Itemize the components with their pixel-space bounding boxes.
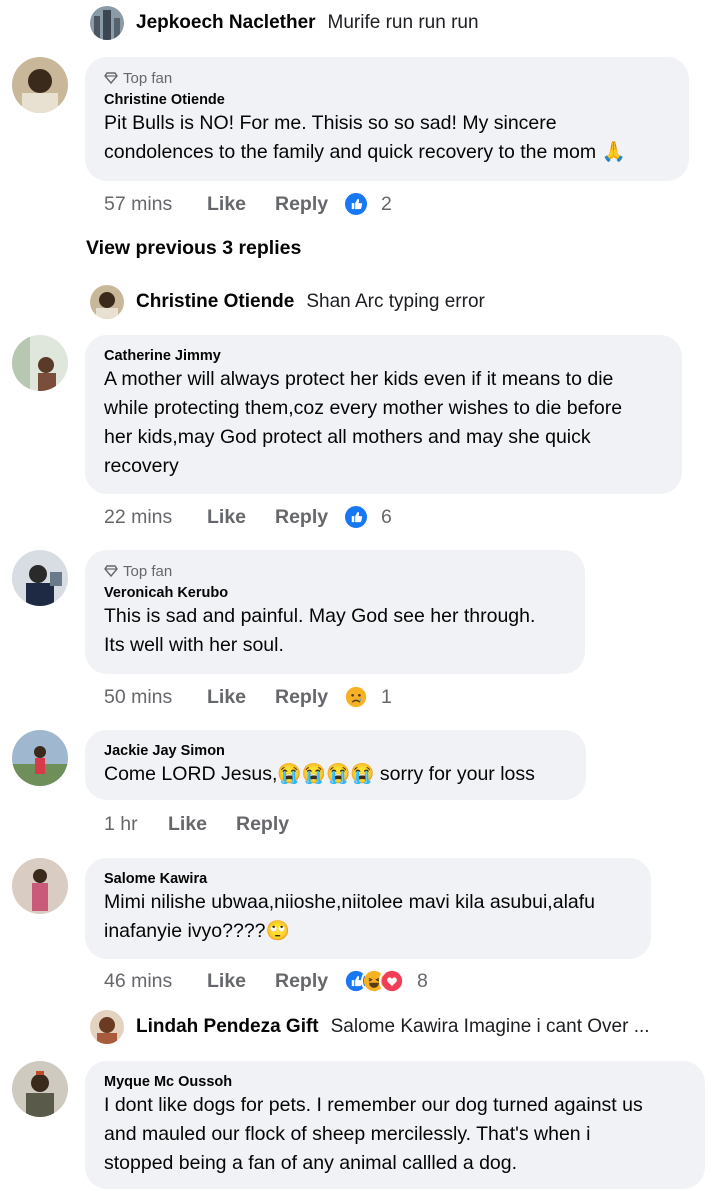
reply-button[interactable]: Reply [275, 686, 343, 709]
reaction-summary[interactable]: 8 [343, 968, 428, 994]
reply-author[interactable]: Jepkoech Naclether [136, 12, 316, 34]
comment-bubble: Jackie Jay Simon Come LORD Jesus,😭😭😭😭 so… [85, 730, 586, 800]
reply-button[interactable]: Reply [275, 193, 343, 216]
reply-text: Salome Kawira Imagine i cant Over ... [330, 1016, 650, 1037]
diamond-icon [104, 72, 118, 85]
like-button[interactable]: Like [207, 970, 275, 993]
like-button[interactable]: Like [207, 193, 275, 216]
comment-actions: 50 mins Like Reply 1 [104, 682, 392, 712]
like-button[interactable]: Like [207, 686, 275, 709]
comment-author[interactable]: Christine Otiende [104, 91, 669, 109]
avatar[interactable] [90, 285, 124, 319]
sad-reaction-icon [343, 684, 369, 710]
top-fan-badge: Top fan [104, 562, 565, 580]
reply-button[interactable]: Reply [275, 506, 343, 529]
avatar[interactable] [90, 1010, 124, 1044]
comment-author[interactable]: Myque Mc Oussoh [104, 1073, 685, 1091]
comment-bubble: Catherine Jimmy A mother will always pro… [85, 335, 682, 494]
reaction-count: 1 [381, 685, 392, 708]
avatar[interactable] [12, 1061, 68, 1117]
comment-actions: 57 mins Like Reply 2 [104, 189, 392, 219]
comment-text: Pit Bulls is NO! For me. Thisis so so sa… [104, 112, 626, 163]
comment-author[interactable]: Catherine Jimmy [104, 347, 662, 365]
avatar[interactable] [12, 335, 68, 391]
comment-text: Mimi nilishe ubwaa,niioshe,niitolee mavi… [104, 891, 596, 942]
comment-bubble: Top fan Veronicah Kerubo This is sad and… [85, 550, 585, 674]
timestamp[interactable]: 22 mins [104, 506, 207, 529]
reply-button[interactable]: Reply [275, 970, 343, 993]
like-reaction-icon [343, 191, 369, 217]
reaction-summary[interactable]: 1 [343, 684, 392, 710]
reply-text: Murife run run run [327, 12, 479, 33]
comment-author[interactable]: Veronicah Kerubo [104, 584, 565, 602]
top-fan-badge: Top fan [104, 69, 669, 87]
timestamp[interactable]: 57 mins [104, 193, 207, 216]
reply-row[interactable]: Christine Otiende Shan Arc typing error [90, 282, 485, 322]
comment-text: Come LORD Jesus,😭😭😭😭 sorry for your loss [104, 763, 535, 785]
timestamp[interactable]: 1 hr [104, 813, 168, 836]
comment-bubble: Salome Kawira Mimi nilishe ubwaa,niioshe… [85, 858, 651, 959]
diamond-icon [104, 565, 118, 578]
avatar[interactable] [12, 858, 68, 914]
comment-actions: 1 hr Like Reply [104, 809, 304, 839]
comment-bubble: Myque Mc Oussoh I dont like dogs for pet… [85, 1061, 705, 1189]
comment-bubble: Top fan Christine Otiende Pit Bulls is N… [85, 57, 689, 181]
comment-actions: 22 mins Like Reply 6 [104, 502, 392, 532]
comment-author[interactable]: Salome Kawira [104, 870, 631, 888]
avatar[interactable] [12, 550, 68, 606]
avatar[interactable] [90, 6, 124, 40]
reaction-count: 2 [381, 192, 392, 215]
comment-text: A mother will always protect her kids ev… [104, 368, 623, 477]
like-button[interactable]: Like [168, 813, 236, 836]
avatar[interactable] [12, 57, 68, 113]
view-previous-replies-link[interactable]: View previous 3 replies [86, 237, 301, 260]
reaction-summary[interactable]: 6 [343, 504, 392, 530]
love-reaction-icon [379, 968, 405, 994]
comment-text: This is sad and painful. May God see her… [104, 605, 536, 656]
timestamp[interactable]: 50 mins [104, 686, 207, 709]
comment-text: I dont like dogs for pets. I remember ou… [104, 1094, 643, 1174]
comment-actions: 46 mins Like Reply 8 [104, 966, 428, 996]
reaction-count: 6 [381, 505, 392, 528]
reply-author[interactable]: Christine Otiende [136, 291, 294, 313]
reaction-count: 8 [417, 969, 428, 992]
reaction-summary[interactable]: 2 [343, 191, 392, 217]
reply-author[interactable]: Lindah Pendeza Gift [136, 1016, 319, 1038]
reply-button[interactable]: Reply [236, 813, 304, 836]
comment-author[interactable]: Jackie Jay Simon [104, 742, 566, 760]
reply-row[interactable]: Lindah Pendeza Gift Salome Kawira Imagin… [90, 1007, 710, 1047]
reply-row[interactable]: Jepkoech Naclether Murife run run run [90, 3, 479, 43]
like-reaction-icon [343, 504, 369, 530]
timestamp[interactable]: 46 mins [104, 970, 207, 993]
reply-text: Shan Arc typing error [306, 291, 485, 312]
like-button[interactable]: Like [207, 506, 275, 529]
avatar[interactable] [12, 730, 68, 786]
